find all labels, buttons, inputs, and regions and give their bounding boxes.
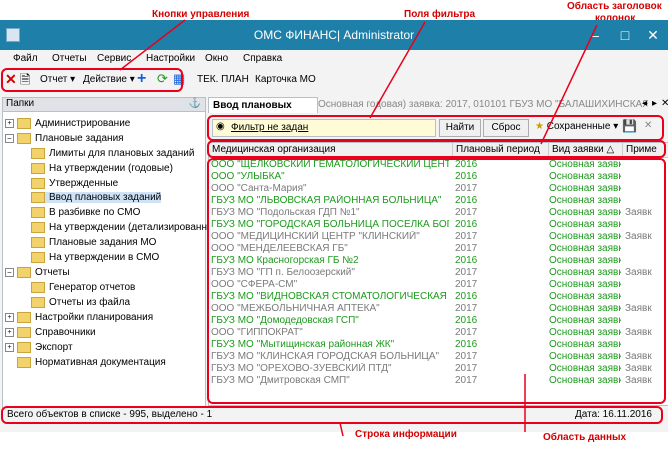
annotation-info-line: Строка информации: [355, 429, 457, 440]
annotation-data-area: Область данных: [543, 432, 627, 443]
annotation-leader-lines: [119, 19, 598, 437]
